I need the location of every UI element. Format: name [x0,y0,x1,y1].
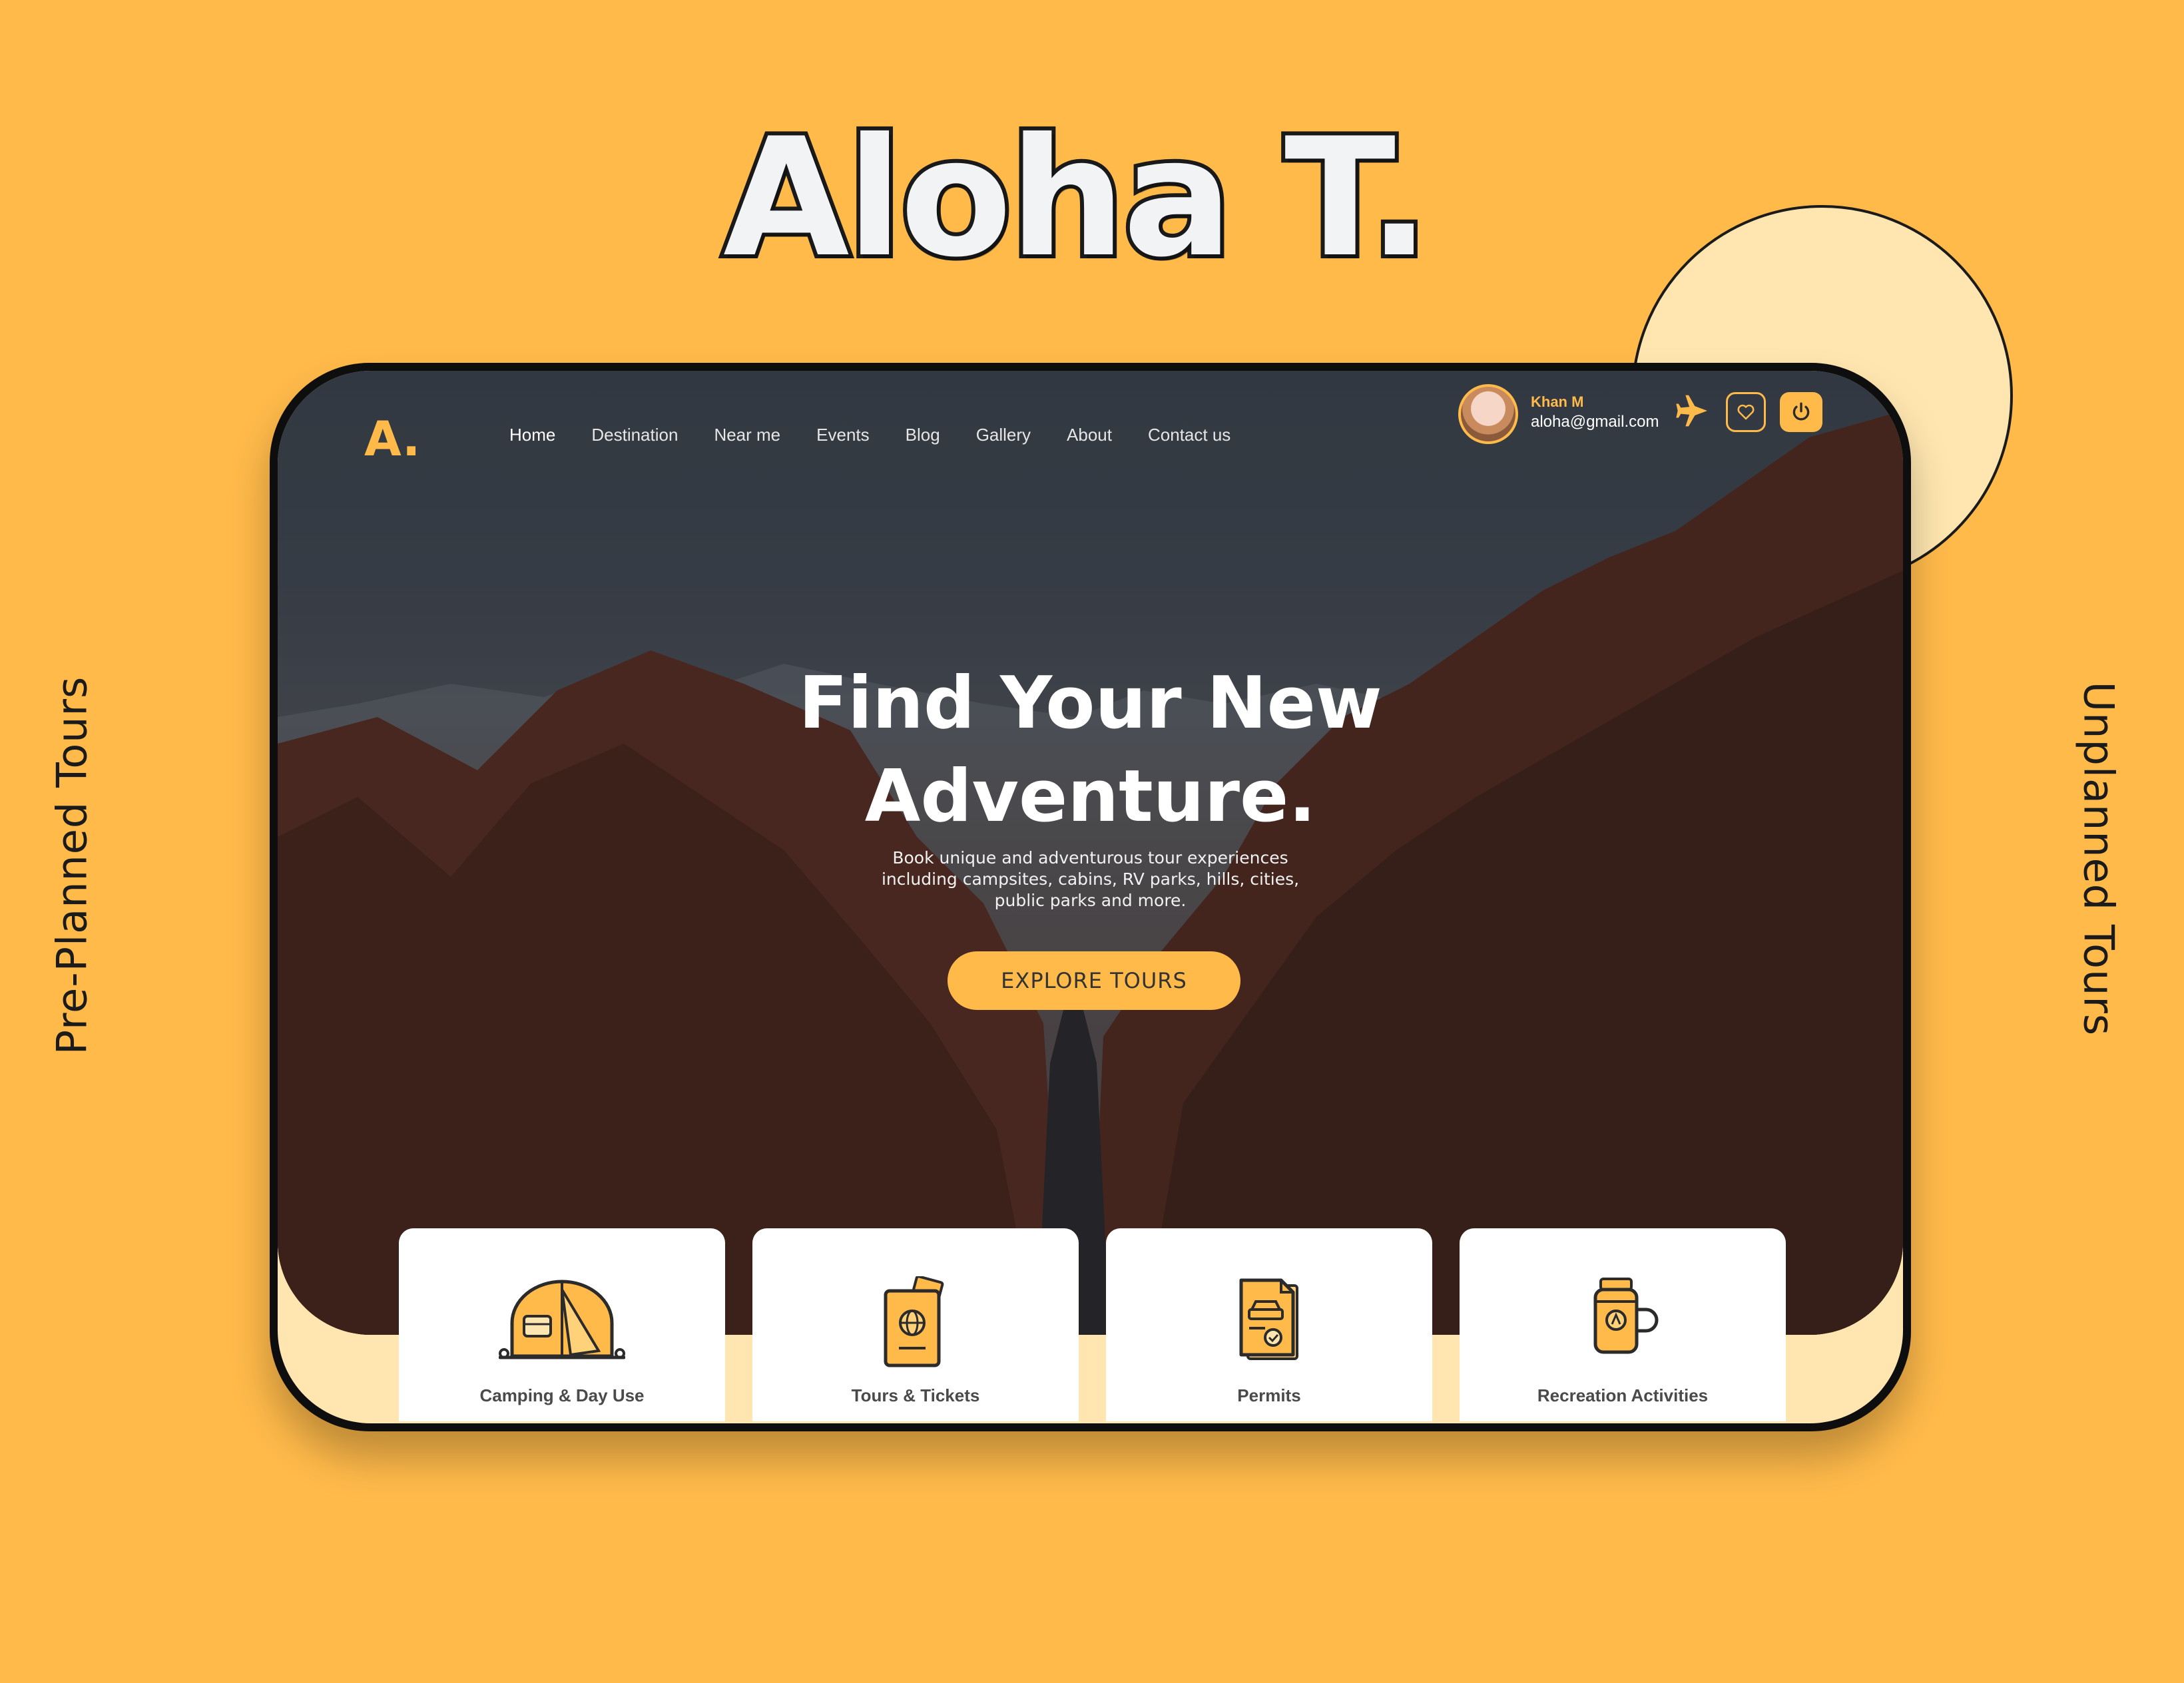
nav-near-me[interactable]: Near me [714,425,780,445]
logout-button[interactable] [1780,392,1822,432]
nav-blog[interactable]: Blog [906,425,940,445]
flask-icon [1593,1278,1659,1354]
hero-title: Find Your New Adventure. [278,657,1903,843]
user-email: aloha@gmail.com [1531,413,1659,431]
app-screen: A. Home Destination Near me Events Blog … [278,371,1903,1423]
hero-title-line1: Find Your New [798,662,1382,745]
nav-destination[interactable]: Destination [591,425,678,445]
avatar[interactable] [1458,384,1518,444]
power-icon [1792,402,1810,421]
right-side-label: Unplanned Tours [2074,681,2123,1037]
card-label: Camping & Day Use [479,1385,645,1405]
passport-icon [884,1276,944,1367]
nav-contact-us[interactable]: Contact us [1148,425,1230,445]
nav-gallery[interactable]: Gallery [976,425,1031,445]
permit-icon [1239,1278,1298,1360]
device-frame: A. Home Destination Near me Events Blog … [270,363,1911,1431]
explore-tours-button[interactable]: EXPLORE TOURS [948,951,1240,1010]
favorites-button[interactable] [1726,392,1766,432]
left-side-label: Pre-Planned Tours [47,676,97,1055]
card-tours-tickets[interactable]: Tours & Tickets [752,1228,1079,1421]
card-recreation[interactable]: Recreation Activities [1460,1228,1786,1421]
nav-about[interactable]: About [1067,425,1112,445]
main-nav: Home Destination Near me Events Blog Gal… [509,425,1266,445]
card-label: Tours & Tickets [851,1385,980,1405]
user-name: Khan M [1531,393,1584,410]
heart-icon [1737,404,1755,420]
card-label: Permits [1237,1385,1301,1405]
app-logo[interactable]: A. [364,411,420,467]
hero-subtitle: Book unique and adventurous tour experie… [881,848,1300,910]
plane-icon[interactable] [1675,392,1712,429]
tent-icon [499,1280,625,1359]
hero-title-line2: Adventure. [864,755,1316,838]
card-permits[interactable]: Permits [1106,1228,1432,1421]
card-label: Recreation Activities [1537,1385,1709,1405]
nav-events[interactable]: Events [816,425,870,445]
hero-section: A. Home Destination Near me Events Blog … [278,371,1903,1335]
card-camping[interactable]: Camping & Day Use [399,1228,725,1421]
nav-home[interactable]: Home [509,425,555,445]
